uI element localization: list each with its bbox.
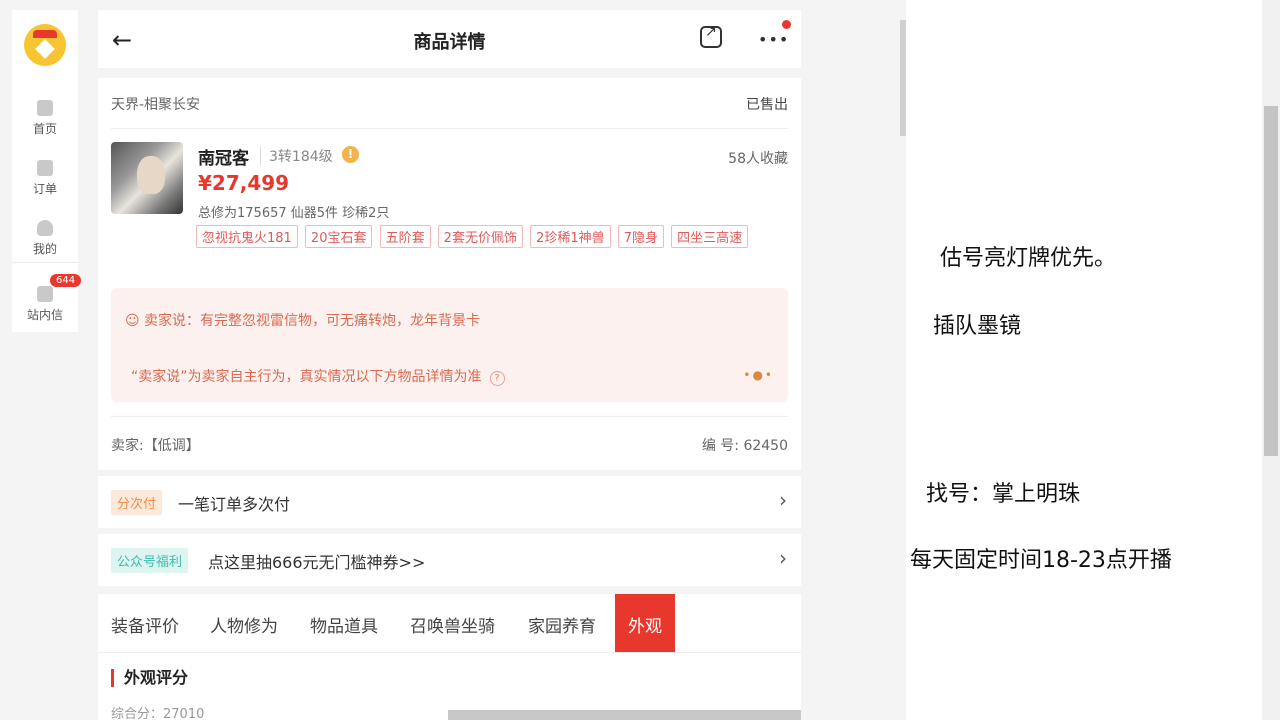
tab-character[interactable]: 人物修为: [210, 612, 278, 637]
left-nav: 首页 订单 我的 644 站内信: [12, 10, 82, 332]
speech-bubble-icon: ☺: [125, 313, 145, 329]
top-bar: ← 商品详情 •••: [98, 10, 801, 68]
note-line: 找号：掌上明珠: [926, 482, 1081, 507]
app-logo-icon[interactable]: [24, 24, 66, 66]
promo-text: 点这里抽666元无门槛神券>>: [208, 553, 426, 572]
feature-tag: 2珍稀1神兽: [530, 225, 611, 248]
server-name: 天界-相聚长安: [111, 97, 201, 113]
horizontal-scrollbar[interactable]: [448, 710, 801, 720]
nav-item-home[interactable]: 首页: [12, 100, 78, 137]
feature-tag: 五阶套: [379, 225, 431, 248]
notification-dot: [782, 20, 791, 29]
note-line: 插队墨镜: [933, 314, 1022, 339]
nav-label-messages: 站内信: [26, 308, 63, 322]
favorite-count: 58人收藏: [728, 151, 788, 167]
feature-tag: 忽视抗鬼火181: [196, 225, 298, 248]
share-icon[interactable]: [700, 24, 722, 48]
tab-pets-mounts[interactable]: 召唤兽坐骑: [410, 612, 495, 637]
tab-equipment[interactable]: 装备评价: [111, 612, 179, 637]
nav-item-messages[interactable]: 644 站内信: [12, 274, 82, 323]
chevron-right-icon: ›: [779, 546, 787, 570]
feature-tags: 忽视抗鬼火181 20宝石套 五阶套 2套无价佩饰 2珍稀1神兽 7隐身 四坐三…: [196, 225, 756, 252]
note-line: 估号亮灯牌优先。: [940, 246, 1117, 271]
page-title: 商品详情: [413, 32, 486, 53]
divider: [111, 128, 788, 129]
help-icon[interactable]: ?: [489, 371, 505, 386]
price: ¥27,499: [198, 171, 290, 195]
installment-tag: 分次付: [111, 490, 163, 515]
nav-label-home: 首页: [32, 122, 57, 136]
seller-disclaimer: “卖家说”为卖家自主行为，真实情况以下方物品详情为准?: [131, 366, 505, 386]
character-level: 3转184级: [260, 146, 333, 166]
product-detail-view: ← 商品详情 ••• 天界-相聚长安 已售出 南冠客 3转184级 ! 58人收…: [98, 0, 801, 720]
character-name: 南冠客: [198, 149, 249, 169]
stream-notes-panel: 估号亮灯牌优先。 插队墨镜 找号：掌上明珠 每天固定时间18-23点开播: [906, 0, 1262, 720]
appearance-score-line: 综合分：27010: [111, 707, 205, 720]
installment-text: 一笔订单多次付: [178, 495, 291, 514]
character-avatar[interactable]: [111, 142, 183, 214]
seller-says-box: ☺ 卖家说：有完整忽视雷信物，可无痛转炮，龙年背景卡 “卖家说”为卖家自主行为，…: [111, 288, 788, 402]
character-stats: 总修为175657 仙器5件 珍稀2只: [198, 206, 390, 221]
installment-row[interactable]: 分次付 一笔订单多次付 ›: [98, 476, 801, 528]
seller-name: 卖家:【低调】: [111, 438, 200, 454]
nav-divider: [12, 262, 78, 263]
nav-label-mine: 我的: [32, 242, 57, 256]
promo-tag: 公众号福利: [111, 548, 189, 573]
mail-icon: [37, 286, 53, 302]
feature-tag: 2套无价佩饰: [437, 225, 523, 248]
home-icon: [37, 100, 53, 116]
product-card: 天界-相聚长安 已售出 南冠客 3转184级 ! 58人收藏 ¥27,499 总…: [98, 78, 801, 470]
loading-dots-icon: •●•: [743, 368, 774, 382]
nav-label-orders: 订单: [32, 182, 57, 196]
feature-tag: 20宝石套: [304, 225, 373, 248]
seller-says-text: ☺ 卖家说：有完整忽视雷信物，可无痛转炮，龙年背景卡: [125, 313, 481, 329]
status-badge: 已售出: [746, 97, 788, 113]
tab-appearance[interactable]: 外观: [615, 594, 675, 652]
nav-item-mine[interactable]: 我的: [12, 220, 78, 257]
warning-info-icon[interactable]: !: [342, 146, 359, 163]
user-icon: [37, 220, 53, 236]
note-line: 每天固定时间18-23点开播: [910, 548, 1172, 573]
chevron-right-icon: ›: [779, 488, 787, 512]
order-icon: [37, 160, 53, 176]
promo-row[interactable]: 公众号福利 点这里抽666元无门槛神券>> ›: [98, 534, 801, 586]
detail-tabs: 装备评价 人物修为 物品道具 召唤兽坐骑 家园养育 外观: [98, 594, 801, 652]
tab-home[interactable]: 家园养育: [528, 612, 596, 637]
nav-item-orders[interactable]: 订单: [12, 160, 78, 197]
feature-tag: 7隐身: [617, 225, 664, 248]
serial-number: 编 号: 62450: [701, 438, 788, 454]
feature-tag: 四坐三高速: [671, 225, 749, 248]
tab-items[interactable]: 物品道具: [310, 612, 378, 637]
message-count-badge: 644: [50, 274, 82, 287]
window-scrollbar-thumb[interactable]: [1264, 106, 1278, 456]
divider: [111, 416, 788, 417]
section-title: 外观评分: [111, 669, 188, 687]
more-options-icon[interactable]: •••: [758, 30, 789, 49]
